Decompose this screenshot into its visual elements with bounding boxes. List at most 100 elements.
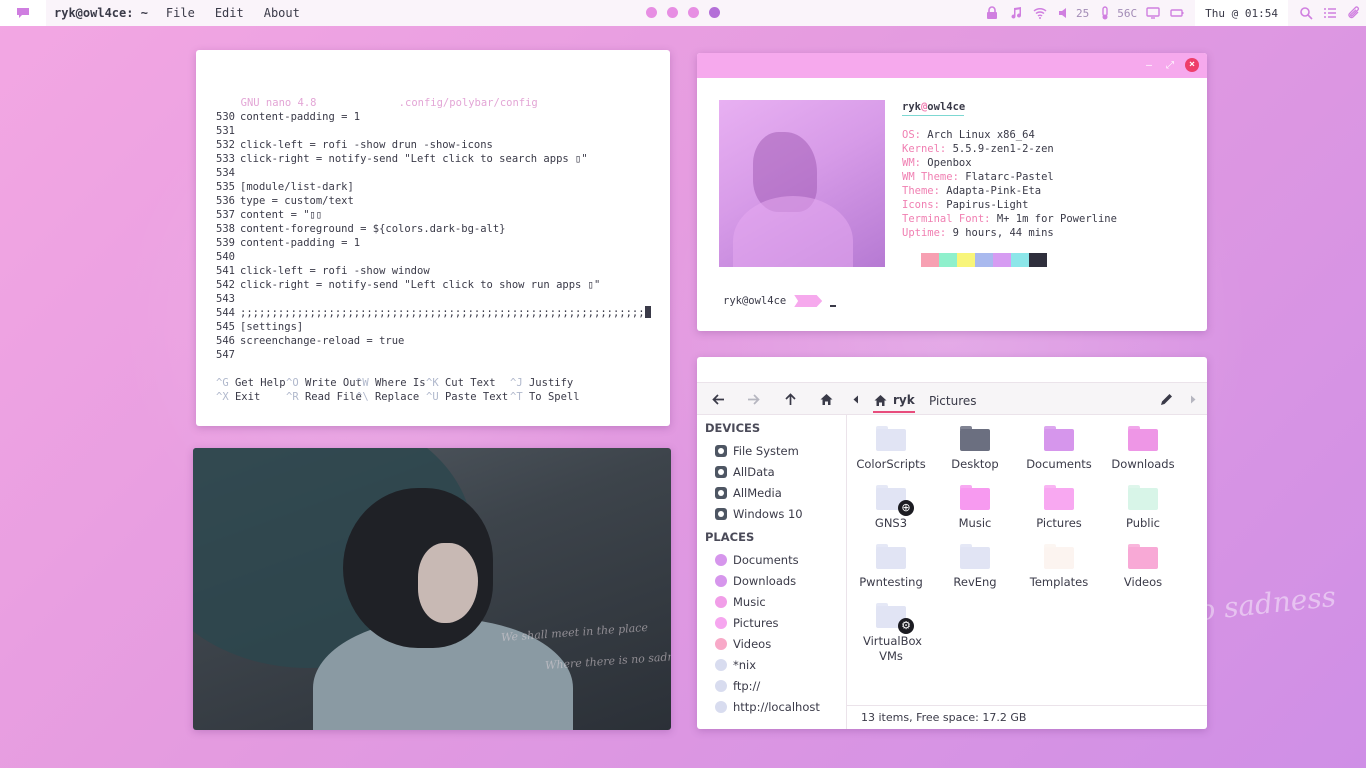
folder-item[interactable]: Music (933, 485, 1017, 531)
folder-item[interactable]: RevEng (933, 544, 1017, 590)
file-manager-window[interactable]: ryk Pictures DEVICES File System AllData A… (697, 357, 1207, 729)
shortcut-item[interactable]: ^T To Spell (510, 390, 580, 404)
volume-icon[interactable] (1052, 0, 1076, 26)
file-manager-titlebar[interactable] (697, 357, 1207, 383)
shortcut-item[interactable]: ^W Where Is (356, 376, 426, 390)
shortcut-item[interactable]: ^R Read File (286, 390, 362, 404)
maximize-icon[interactable]: ⤢ (1163, 59, 1177, 73)
breadcrumb-home[interactable]: ryk (873, 389, 915, 413)
sidebar-place[interactable]: Documents (715, 552, 799, 568)
folder-label: Templates (1029, 575, 1089, 589)
sidebar-device[interactable]: File System (715, 443, 799, 459)
folder-label: Documents (1026, 457, 1092, 471)
shortcut-item[interactable]: ^G Get Help (216, 376, 286, 390)
paperclip-icon[interactable] (1342, 0, 1366, 26)
sidebar-device[interactable]: Windows 10 (715, 506, 803, 522)
menu-about[interactable]: About (260, 4, 304, 22)
chat-icon[interactable] (0, 0, 46, 26)
folder-item[interactable]: Documents (1017, 426, 1101, 472)
shortcut-item[interactable]: ^O Write Out (286, 376, 362, 390)
line-number: 535 (216, 181, 235, 193)
folder-item[interactable]: Public (1101, 485, 1185, 531)
top-panel: ryk@owl4ce: ~ File Edit About 25 56C Thu… (0, 0, 1366, 26)
breadcrumb-home-label: ryk (893, 393, 915, 407)
menu-edit[interactable]: Edit (211, 4, 248, 22)
nano-line[interactable]: 535 [module/list-dark] (216, 180, 651, 194)
wifi-icon[interactable] (1028, 0, 1052, 26)
sidebar-place[interactable]: Pictures (715, 615, 779, 631)
search-icon[interactable] (1294, 0, 1318, 26)
folder-item[interactable]: ⚙ VirtualBox VMs (849, 603, 933, 664)
line-text: type = custom/text (240, 195, 354, 207)
nano-line[interactable]: 530 content-padding = 1 (216, 110, 651, 124)
sidebar-device[interactable]: AllData (715, 464, 775, 480)
nano-line[interactable]: 543 (216, 292, 651, 306)
up-arrow-icon[interactable] (781, 390, 799, 408)
nano-line[interactable]: 540 (216, 250, 651, 264)
folder-item[interactable]: Videos (1101, 544, 1185, 590)
music-icon[interactable] (1004, 0, 1028, 26)
folder-item[interactable]: Downloads (1101, 426, 1185, 472)
folder-item[interactable]: Pictures (1017, 485, 1101, 531)
nano-line[interactable]: 544;;;;;;;;;;;;;;;;;;;;;;;;;;;;;;;;;;;;;… (216, 306, 651, 320)
nano-line[interactable]: 533 click-right = notify-send "Left click… (216, 152, 651, 166)
sidebar-place[interactable]: Videos (715, 636, 771, 652)
sidebar-place[interactable]: ftp:// (715, 678, 760, 694)
shortcut-item[interactable]: ^J Justify (510, 376, 580, 390)
terminal-titlebar[interactable]: — ⤢ × (697, 53, 1207, 78)
list-icon[interactable] (1318, 0, 1342, 26)
photo-caption-1: We shall meet in the place (500, 620, 649, 645)
back-arrow-icon[interactable] (709, 390, 727, 408)
nano-line[interactable]: 538 content-foreground = ${colors.dark-bg… (216, 222, 651, 236)
shortcut-item[interactable]: ^\ Replace (356, 390, 426, 404)
nano-line[interactable]: 532 click-left = rofi -show drun -show-ic… (216, 138, 651, 152)
folder-item[interactable]: ⊕ GNS3 (849, 485, 933, 531)
sidebar-place[interactable]: *nix (715, 657, 756, 673)
workspace-2[interactable] (667, 7, 678, 18)
nano-line[interactable]: 537 content = "▯▯ (216, 208, 651, 222)
edit-pencil-icon[interactable] (1157, 390, 1175, 408)
home-icon[interactable] (817, 390, 835, 408)
crumb-right-icon[interactable] (1184, 390, 1202, 408)
forward-arrow-icon[interactable] (744, 390, 762, 408)
image-viewer-window[interactable]: We shall meet in the place Where there i… (193, 448, 671, 730)
nano-line[interactable]: 545 [settings] (216, 320, 651, 334)
terminal-window[interactable]: — ⤢ × ryk@owl4ce OS: Arch Linux x86_64 Ke… (697, 53, 1207, 331)
nano-line[interactable]: 531 (216, 124, 651, 138)
sidebar-place[interactable]: Downloads (715, 573, 796, 589)
sidebar-place[interactable]: http://localhost (715, 699, 820, 715)
nano-line[interactable]: 536 type = custom/text (216, 194, 651, 208)
nano-line[interactable]: 541 click-left = rofi -show window (216, 264, 651, 278)
minimize-icon[interactable]: — (1142, 59, 1156, 73)
clock[interactable]: Thu @ 01:54 (1195, 0, 1288, 26)
nano-line[interactable]: 546 screenchange-reload = true (216, 334, 651, 348)
nano-line[interactable]: 534 (216, 166, 651, 180)
nano-line[interactable]: 542 click-right = notify-send "Left click… (216, 278, 651, 292)
breadcrumb-current-label: Pictures (929, 394, 977, 408)
nano-text-area[interactable]: 530 content-padding = 1 531 532 click-left =… (216, 110, 651, 362)
workspace-3[interactable] (688, 7, 699, 18)
breadcrumb-current[interactable]: Pictures (929, 389, 977, 413)
folder-item[interactable]: ColorScripts (849, 426, 933, 472)
menu-file[interactable]: File (162, 4, 199, 22)
folder-item[interactable]: Desktop (933, 426, 1017, 472)
workspace-4[interactable] (709, 7, 720, 18)
shortcut-item[interactable]: ^U Paste Text (426, 390, 510, 404)
nano-editor-window[interactable]: GNU nano 4.8 .config/polybar/config 530 c… (196, 50, 670, 426)
color-swatch (957, 253, 975, 267)
folder-item[interactable]: Templates (1017, 544, 1101, 590)
workspace-1[interactable] (646, 7, 657, 18)
shortcut-item[interactable]: ^K Cut Text (426, 376, 510, 390)
neofetch-info: ryk@owl4ce OS: Arch Linux x86_64 Kernel: … (902, 100, 1117, 240)
shell-prompt[interactable]: ryk@owl4ce (723, 295, 837, 307)
crumb-left-icon[interactable] (846, 390, 864, 408)
shortcut-item[interactable]: ^X Exit (216, 390, 286, 404)
nano-line[interactable]: 539 content-padding = 1 (216, 236, 651, 250)
monitor-icon[interactable] (1141, 0, 1165, 26)
lock-icon[interactable] (980, 0, 1004, 26)
sidebar-place[interactable]: Music (715, 594, 766, 610)
nano-line[interactable]: 547 (216, 348, 651, 362)
close-icon[interactable]: × (1185, 58, 1199, 72)
folder-item[interactable]: Pwntesting (849, 544, 933, 590)
sidebar-device[interactable]: AllMedia (715, 485, 782, 501)
